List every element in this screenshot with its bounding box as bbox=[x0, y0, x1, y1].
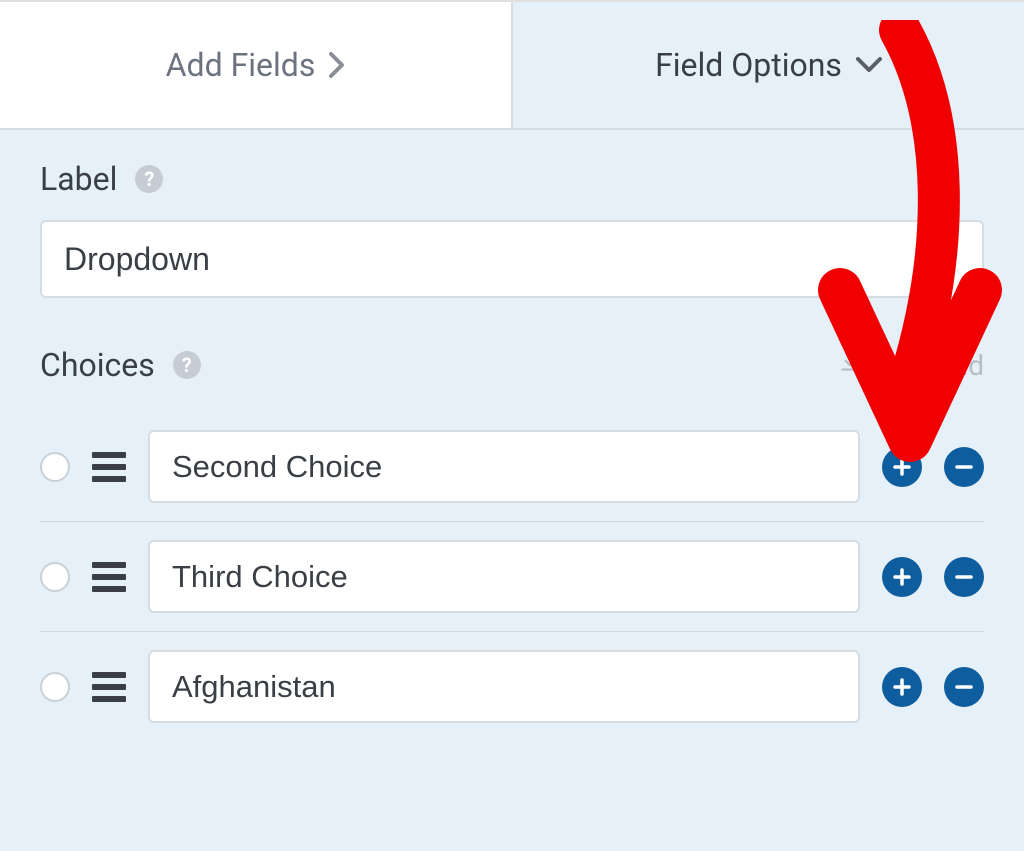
minus-icon bbox=[954, 457, 974, 477]
add-choice-button[interactable] bbox=[882, 557, 922, 597]
tab-field-options-label: Field Options bbox=[655, 46, 842, 84]
label-input[interactable] bbox=[40, 220, 984, 298]
plus-icon bbox=[892, 677, 912, 697]
choice-row bbox=[40, 632, 984, 741]
choice-input[interactable] bbox=[148, 540, 860, 613]
label-title: Label bbox=[40, 160, 117, 198]
help-icon[interactable]: ? bbox=[135, 165, 163, 193]
default-radio[interactable] bbox=[40, 452, 70, 482]
minus-icon bbox=[954, 677, 974, 697]
tab-add-fields-label: Add Fields bbox=[166, 46, 316, 84]
default-radio[interactable] bbox=[40, 672, 70, 702]
bulk-add-link[interactable]: Bulk Add bbox=[837, 349, 984, 382]
drag-handle-icon[interactable] bbox=[92, 672, 126, 702]
tab-field-options[interactable]: Field Options bbox=[513, 2, 1024, 128]
add-choice-button[interactable] bbox=[882, 447, 922, 487]
choice-input[interactable] bbox=[148, 650, 860, 723]
choice-row bbox=[40, 412, 984, 522]
choices-list bbox=[40, 412, 984, 741]
field-options-panel: Label ? Choices ? Bulk Add bbox=[0, 130, 1024, 741]
choices-header: Choices ? Bulk Add bbox=[40, 346, 984, 384]
minus-icon bbox=[954, 567, 974, 587]
tabs-container: Add Fields Field Options bbox=[0, 0, 1024, 130]
add-choice-button[interactable] bbox=[882, 667, 922, 707]
remove-choice-button[interactable] bbox=[944, 557, 984, 597]
choice-input[interactable] bbox=[148, 430, 860, 503]
choices-title-wrap: Choices ? bbox=[40, 346, 201, 384]
help-icon[interactable]: ? bbox=[173, 351, 201, 379]
chevron-down-icon bbox=[856, 57, 882, 73]
default-radio[interactable] bbox=[40, 562, 70, 592]
label-header: Label ? bbox=[40, 160, 984, 198]
choices-title: Choices bbox=[40, 346, 155, 384]
chevron-right-icon bbox=[329, 52, 345, 78]
drag-handle-icon[interactable] bbox=[92, 562, 126, 592]
tab-add-fields[interactable]: Add Fields bbox=[0, 2, 513, 128]
download-icon bbox=[837, 349, 863, 382]
choice-row bbox=[40, 522, 984, 632]
bulk-add-label: Bulk Add bbox=[873, 349, 984, 382]
plus-icon bbox=[892, 567, 912, 587]
remove-choice-button[interactable] bbox=[944, 447, 984, 487]
drag-handle-icon[interactable] bbox=[92, 452, 126, 482]
remove-choice-button[interactable] bbox=[944, 667, 984, 707]
plus-icon bbox=[892, 457, 912, 477]
